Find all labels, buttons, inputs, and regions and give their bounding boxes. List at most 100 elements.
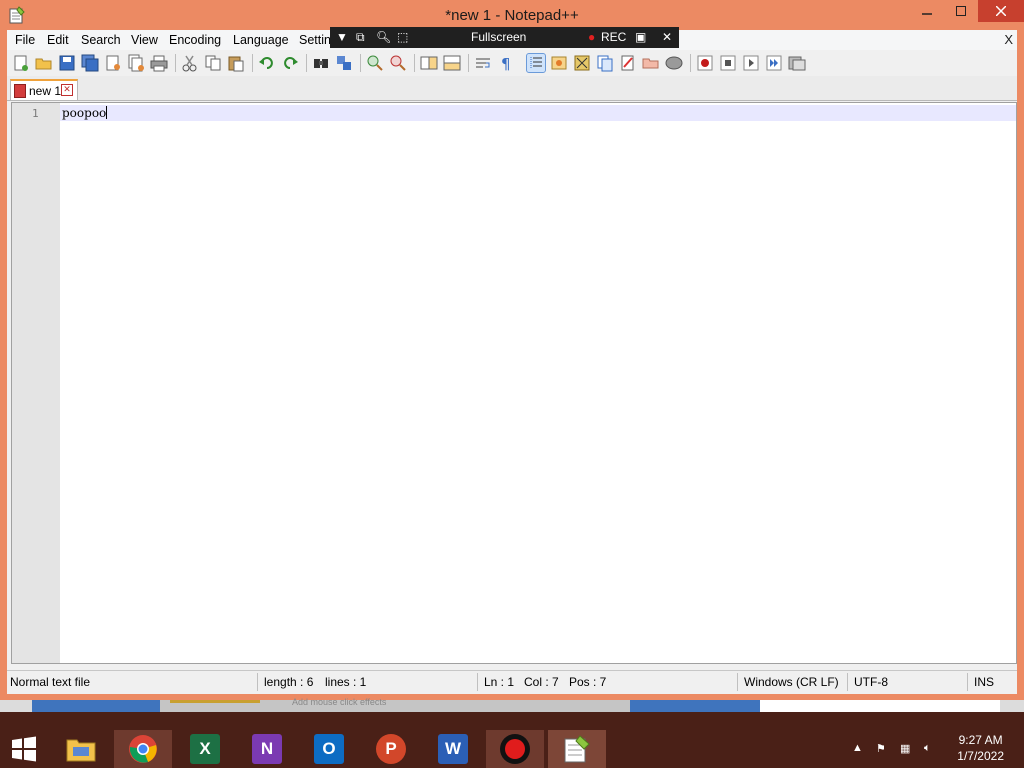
menu-edit[interactable]: Edit (47, 33, 69, 47)
recorder-window-icon[interactable]: ⧉ (356, 30, 365, 45)
notepad-plus-plus-icon (564, 735, 590, 763)
word-wrap-icon[interactable] (474, 54, 492, 72)
maximize-button[interactable] (944, 0, 978, 22)
powerpoint-icon: P (376, 734, 406, 764)
taskbar-onenote[interactable]: N (238, 730, 296, 768)
taskbar-chrome[interactable] (114, 730, 172, 768)
minimize-icon (922, 13, 932, 15)
menu-file[interactable]: File (15, 33, 35, 47)
background-text: Add mouse click effects (292, 697, 387, 707)
title-bar[interactable]: *new 1 - Notepad++ (0, 0, 1024, 30)
save-all-icon[interactable] (81, 54, 99, 72)
menu-language[interactable]: Language (233, 33, 289, 47)
toolbar: ¶ (7, 50, 1017, 76)
menu-view[interactable]: View (131, 33, 158, 47)
status-pos: Pos : 7 (569, 675, 607, 689)
zoom-out-icon[interactable] (389, 54, 407, 72)
open-file-icon[interactable] (35, 54, 53, 72)
indent-guide-icon[interactable] (526, 53, 546, 73)
onenote-icon: N (252, 734, 282, 764)
close-button[interactable] (978, 0, 1024, 22)
editor-text[interactable]: poopoo (62, 106, 108, 120)
action-center-flag-icon[interactable]: ⚑ (876, 742, 890, 755)
undo-icon[interactable] (258, 54, 276, 72)
recorder-region-icon[interactable]: ⬚ (397, 30, 408, 44)
taskbar-outlook[interactable]: O (300, 730, 358, 768)
maximize-icon (956, 6, 966, 16)
status-insert-mode: INS (974, 675, 995, 689)
close-file-icon[interactable] (104, 54, 122, 72)
monitoring-icon[interactable] (665, 54, 683, 72)
show-hidden-icons-icon[interactable]: ▲ (852, 742, 866, 754)
windows-start-icon[interactable] (10, 735, 38, 763)
recorder-close-icon[interactable]: ✕ (662, 30, 672, 44)
cut-icon[interactable] (181, 54, 199, 72)
sync-horizontal-icon[interactable] (443, 54, 461, 72)
folder-icon[interactable] (642, 54, 660, 72)
record-dot-icon: ● (588, 30, 596, 44)
replace-icon[interactable] (335, 54, 353, 72)
chrome-icon (129, 735, 157, 763)
macro-play-icon[interactable] (742, 54, 760, 72)
status-length: length : 6 (264, 675, 314, 689)
menu-close-button[interactable]: X (1004, 32, 1013, 47)
macro-record-icon[interactable] (696, 54, 714, 72)
system-clock[interactable]: 9:27 AM 1/7/2022 (957, 732, 1004, 764)
function-list-icon[interactable] (596, 54, 614, 72)
macro-run-multiple-icon[interactable] (765, 54, 783, 72)
line-number: 1 (32, 107, 39, 120)
redo-icon[interactable] (281, 54, 299, 72)
document-map-icon[interactable] (573, 54, 591, 72)
macro-save-icon[interactable] (788, 54, 806, 72)
save-icon[interactable] (58, 54, 76, 72)
menu-search[interactable]: Search (81, 33, 121, 47)
taskbar: X N O P W ▲ ⚑ ▦ 🔈︎ 9:27 AM 1/7/2022 (0, 712, 1024, 768)
menu-encoding[interactable]: Encoding (169, 33, 221, 47)
zoom-in-icon[interactable] (366, 54, 384, 72)
paste-icon[interactable] (227, 54, 245, 72)
taskbar-file-explorer[interactable] (52, 730, 110, 768)
folder-as-workspace-icon[interactable] (619, 54, 637, 72)
recorder-zoom-icon[interactable]: 🔍︎ (376, 30, 391, 44)
svg-text:¶: ¶ (501, 55, 511, 72)
tab-new-1[interactable]: new 1 ✕ (10, 79, 78, 100)
record-icon (500, 734, 530, 764)
line-number-gutter: 1 (12, 103, 60, 663)
copy-icon[interactable] (204, 54, 222, 72)
current-line-highlight (60, 105, 1016, 121)
minimize-button[interactable] (910, 0, 944, 22)
menu-settings[interactable]: Settin (299, 33, 331, 47)
status-lines: lines : 1 (325, 675, 367, 689)
close-all-icon[interactable] (127, 54, 145, 72)
volume-muted-icon[interactable]: 🔈︎ (924, 742, 938, 754)
editor-area[interactable]: 1 poopoo (11, 102, 1017, 664)
recorder-rec-label[interactable]: REC (601, 30, 626, 44)
status-eol: Windows (CR LF) (744, 675, 839, 689)
sync-vertical-icon[interactable] (420, 54, 438, 72)
outlook-icon: O (314, 734, 344, 764)
tab-label: new 1 (29, 84, 62, 98)
print-icon[interactable] (150, 54, 168, 72)
unsaved-file-icon (14, 84, 26, 98)
status-ln: Ln : 1 (484, 675, 515, 689)
clock-time: 9:27 AM (958, 733, 1003, 747)
network-icon[interactable]: ▦ (900, 742, 914, 755)
recorder-mode-label[interactable]: Fullscreen (471, 30, 526, 44)
find-icon[interactable] (312, 54, 330, 72)
tab-close-icon[interactable]: ✕ (61, 84, 73, 96)
macro-stop-icon[interactable] (719, 54, 737, 72)
status-col: Col : 7 (524, 675, 559, 689)
status-encoding: UTF-8 (854, 675, 888, 689)
word-icon: W (438, 734, 468, 764)
taskbar-powerpoint[interactable]: P (362, 730, 420, 768)
recorder-menu-icon[interactable]: ▼ (336, 30, 348, 44)
taskbar-word[interactable]: W (424, 730, 482, 768)
recorder-camera-icon[interactable]: ▣ (635, 30, 646, 44)
taskbar-recorder[interactable] (486, 730, 544, 768)
user-language-icon[interactable] (550, 54, 568, 72)
show-all-characters-icon[interactable]: ¶ (497, 54, 515, 73)
new-file-icon[interactable] (12, 54, 30, 72)
background-window-strip: Add mouse click effects (0, 697, 1024, 712)
taskbar-excel[interactable]: X (176, 730, 234, 768)
taskbar-notepad-plus-plus[interactable] (548, 730, 606, 768)
